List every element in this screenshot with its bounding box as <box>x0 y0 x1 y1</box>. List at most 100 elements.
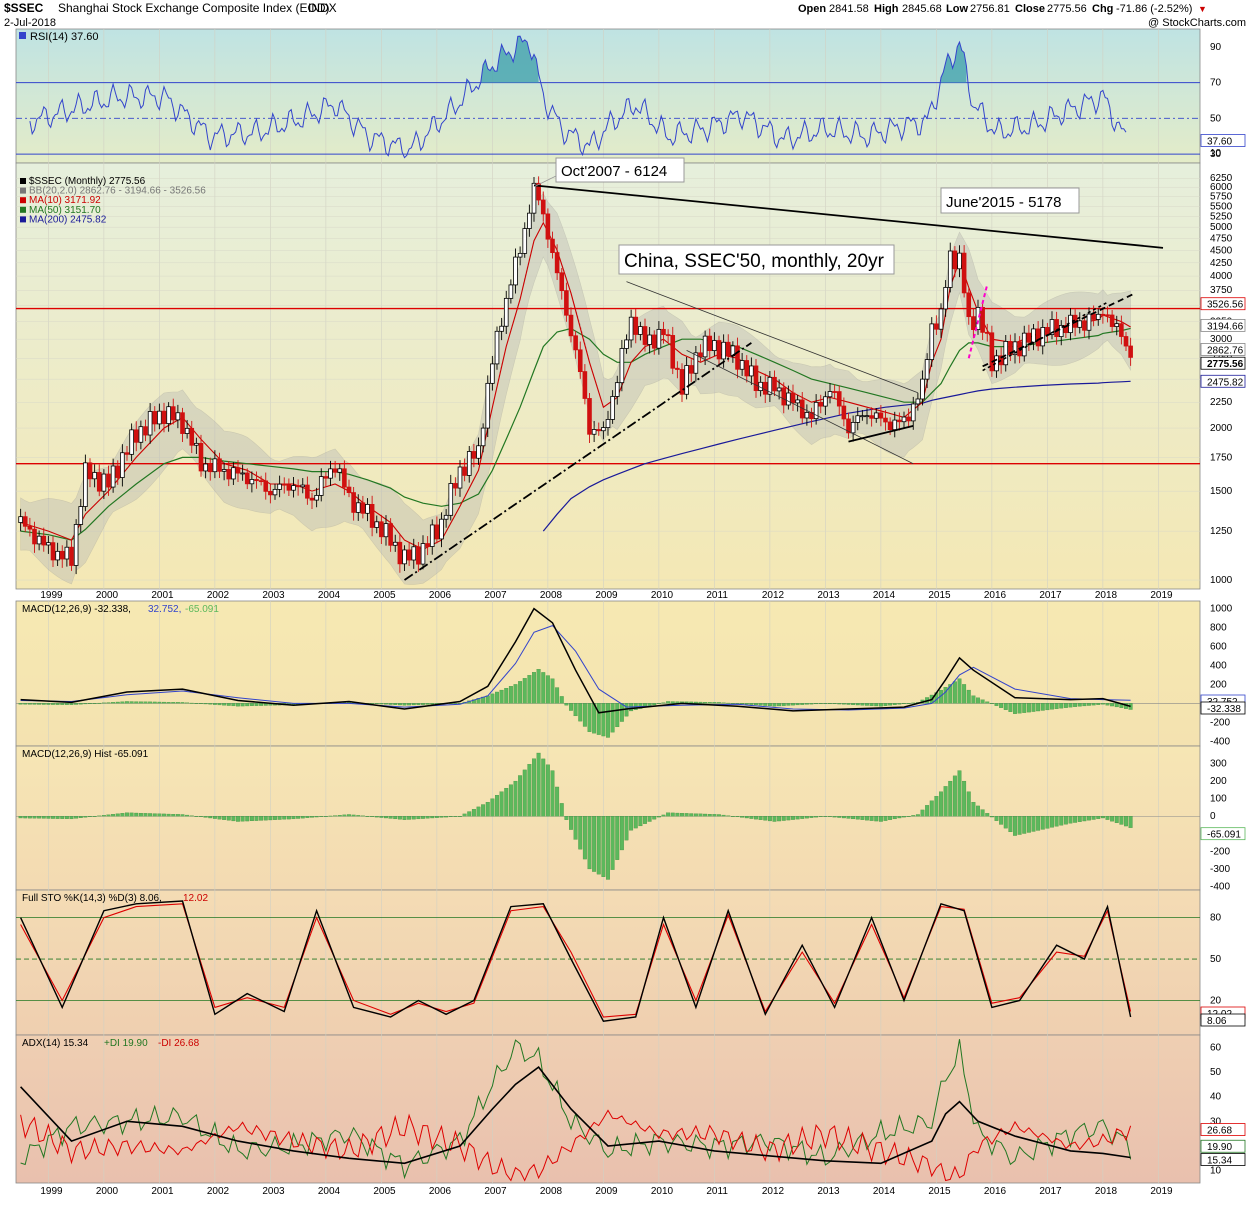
candle-body <box>864 415 870 418</box>
candle-body <box>989 332 995 372</box>
candle-body <box>332 468 338 473</box>
hist-bar <box>1114 816 1119 823</box>
hist-bar <box>619 816 624 851</box>
copyright[interactable]: @ StockCharts.com <box>1148 17 1246 29</box>
candle-body <box>836 391 842 407</box>
hist-bar <box>786 816 791 821</box>
hist-bar <box>878 816 883 822</box>
price-value-label: 2775.56 <box>1207 359 1244 370</box>
hist-bar <box>365 816 370 817</box>
candle-body <box>485 382 491 429</box>
candle-body <box>605 419 611 428</box>
price-tick-label: 1000 <box>1210 575 1233 586</box>
macd-hist-bar <box>832 703 837 705</box>
macd-hist-bar <box>800 703 805 705</box>
hist-bar <box>994 816 999 821</box>
macd-hist-bar <box>152 701 157 704</box>
candle-body <box>517 252 523 258</box>
macd-hist-bar <box>962 684 967 704</box>
hist-bar <box>495 795 499 817</box>
macd-hist-bar <box>878 703 883 707</box>
hist-bar <box>1124 816 1128 827</box>
macd-hist-bar <box>55 703 60 705</box>
hist-bar <box>407 816 412 820</box>
macd-hist-bar <box>726 702 731 704</box>
candle-body <box>337 468 343 473</box>
hist-bar <box>397 816 402 820</box>
candle-body <box>439 518 444 540</box>
hist-bar <box>643 816 647 824</box>
hist-bar <box>125 812 129 817</box>
candle-body <box>869 415 874 419</box>
sto-value-label: 8.06 <box>1207 1016 1227 1027</box>
candle-body <box>707 335 713 352</box>
candle-body <box>115 465 121 478</box>
candle-body <box>675 367 680 370</box>
macd-hist-bar <box>957 678 962 704</box>
hist-bar <box>939 791 943 817</box>
macd-hist-bar <box>772 703 777 707</box>
x-tick-label: 2018 <box>1095 590 1118 601</box>
price-value-label: 2862.76 <box>1207 345 1244 356</box>
candle-body <box>614 382 620 397</box>
hist-bar <box>1045 816 1050 829</box>
macd-hist-bar <box>384 703 388 705</box>
hist-bar <box>976 805 980 817</box>
legend-swatch <box>20 206 26 213</box>
macd-hist-bar <box>703 701 708 704</box>
macd-hist-bar <box>1013 703 1017 714</box>
rsi-tick-label: 10 <box>1210 148 1222 159</box>
exchange-label: INDX <box>308 1 337 15</box>
hist-bar <box>462 813 467 817</box>
candle-body <box>1054 319 1059 338</box>
sto-tick-label: 80 <box>1210 913 1222 924</box>
down-arrow-icon: ▼ <box>1198 4 1207 14</box>
hist-bar <box>624 816 629 841</box>
macd-hist-bar <box>809 703 814 705</box>
hist-bar <box>957 770 962 817</box>
macd-hist-bar <box>1050 703 1054 710</box>
hist-bar <box>601 816 606 877</box>
candle-body <box>1100 313 1106 316</box>
hist-bar <box>254 816 259 821</box>
macd-hist-bar <box>51 703 55 705</box>
candle-body <box>961 252 967 294</box>
macd-hist-bar <box>666 701 671 704</box>
x-tick-label: 2008 <box>540 590 563 601</box>
close-value: 2775.56 <box>1047 3 1087 15</box>
hist-bar <box>240 816 245 822</box>
hist-bar <box>925 805 930 817</box>
index-name: Shanghai Stock Exchange Composite Index … <box>58 1 329 15</box>
macd-hist-bar <box>874 703 879 707</box>
low-label: Low <box>946 3 968 15</box>
candle-body <box>971 316 976 330</box>
hist-bar <box>781 816 786 821</box>
candle-body <box>559 272 565 292</box>
hist-bar <box>32 816 37 819</box>
macd-hist-bar <box>217 703 222 706</box>
candle-body <box>1077 320 1083 328</box>
hist-bar <box>804 816 809 819</box>
candle-body <box>434 524 440 540</box>
price-tick-label: 2000 <box>1210 423 1233 434</box>
hist-bar <box>744 816 749 819</box>
macd-hist-bar <box>573 703 578 717</box>
candle-body <box>286 484 292 491</box>
candle-body <box>120 452 125 478</box>
macd-hist-bar <box>545 675 550 704</box>
open-label: Open <box>798 3 826 15</box>
rsi-tick-label: 70 <box>1210 78 1222 89</box>
macd-hist-bar <box>550 678 555 704</box>
rsi-value-label: 37.60 <box>1207 136 1232 147</box>
candle-body <box>786 392 791 406</box>
macd-hist-bar <box>846 703 851 705</box>
candle-body <box>235 467 241 474</box>
hist-bar <box>721 814 726 817</box>
candle-body <box>41 535 47 546</box>
macd-hist-bar <box>101 702 106 704</box>
hist-bar <box>425 816 430 819</box>
candle-body <box>323 476 329 479</box>
macd-hist-bar <box>203 703 208 705</box>
macd-hist-bar <box>23 703 28 705</box>
macd-hist-bar <box>134 701 139 704</box>
